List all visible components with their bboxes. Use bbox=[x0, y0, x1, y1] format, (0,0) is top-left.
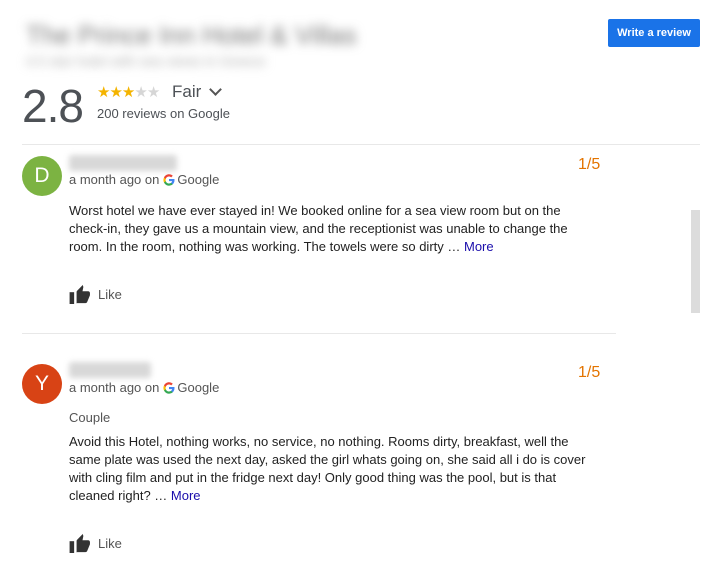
review-on: on bbox=[144, 380, 160, 395]
review-source: Google bbox=[177, 380, 220, 395]
avatar-letter: Y bbox=[34, 372, 49, 395]
more-link[interactable]: More bbox=[171, 488, 201, 503]
hotel-name-blurred: The Prince Inn Hotel & Villas 4.5 star h… bbox=[26, 20, 394, 72]
overall-score: 2.8 bbox=[22, 80, 84, 132]
google-g-icon bbox=[163, 381, 175, 394]
review-text-block: Avoid this Hotel, nothing works, no serv… bbox=[69, 433, 599, 505]
review-time: a month ago bbox=[69, 172, 142, 187]
more-link[interactable]: More bbox=[464, 239, 494, 254]
review-on: on bbox=[144, 172, 160, 187]
review-rating: 1/5 bbox=[578, 156, 601, 173]
like-button[interactable]: Like bbox=[69, 533, 122, 553]
review-meta: a month ago on Google bbox=[69, 380, 219, 395]
review-count: 200 reviews on Google bbox=[97, 106, 230, 121]
review-time: a month ago bbox=[69, 380, 142, 395]
thumbs-up-icon bbox=[69, 284, 90, 304]
trip-type-tag: Couple bbox=[69, 410, 111, 425]
like-button[interactable]: Like bbox=[69, 284, 122, 304]
rating-descriptor: Fair bbox=[172, 82, 202, 101]
chevron-down-icon bbox=[209, 83, 223, 96]
hotel-name: The Prince Inn Hotel & Villas bbox=[26, 20, 357, 50]
rating-descriptor-dropdown[interactable]: Fair bbox=[172, 82, 223, 102]
review-rating: 1/5 bbox=[578, 364, 601, 381]
avatar-letter: D bbox=[34, 164, 50, 187]
scrollbar-thumb[interactable] bbox=[691, 210, 700, 313]
author-name-blurred bbox=[69, 155, 177, 171]
star-filled-icon: ★ bbox=[109, 84, 122, 101]
star-empty-icon: ★ bbox=[146, 84, 160, 101]
header-divider bbox=[22, 144, 700, 145]
review-meta: a month ago on Google bbox=[69, 172, 219, 187]
avatar: D bbox=[22, 156, 62, 196]
review-source: Google bbox=[177, 172, 220, 187]
hotel-subtitle: 4.5 star hotel with sea views in Greece bbox=[26, 53, 266, 69]
review-text-block: Worst hotel we have ever stayed in! We b… bbox=[69, 202, 599, 256]
star-filled-icon: ★ bbox=[121, 84, 135, 101]
like-label: Like bbox=[98, 535, 122, 551]
author-name-blurred bbox=[69, 362, 151, 378]
like-label: Like bbox=[98, 286, 122, 302]
overall-star-rating: ★★★★★ bbox=[97, 84, 160, 101]
write-review-button[interactable]: Write a review bbox=[608, 19, 700, 47]
thumbs-up-icon bbox=[69, 533, 90, 553]
review-divider bbox=[22, 333, 616, 334]
review-text: Avoid this Hotel, nothing works, no serv… bbox=[69, 434, 586, 503]
star-filled-icon: ★ bbox=[97, 84, 110, 101]
avatar: Y bbox=[22, 364, 62, 404]
star-empty-icon: ★ bbox=[134, 84, 147, 101]
google-g-icon bbox=[163, 173, 175, 186]
